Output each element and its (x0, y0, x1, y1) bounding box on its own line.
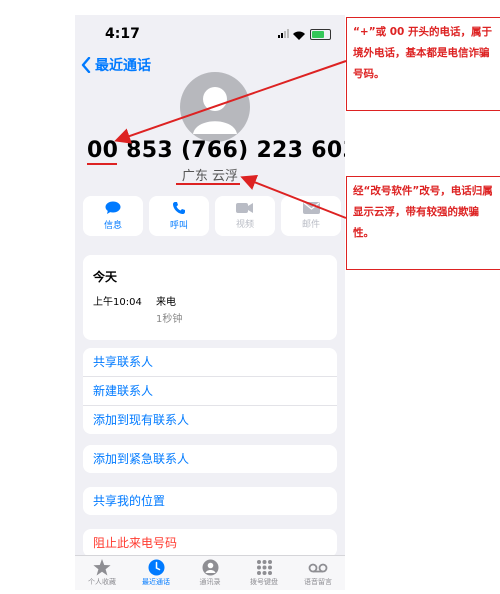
keypad-icon (256, 560, 272, 575)
call-log-card: 今天 上午10:04 来电 1秒钟 (83, 255, 337, 340)
tab-keypad[interactable]: 拨号键盘 (237, 556, 291, 590)
tab-bar: 个人收藏 最近通话 通讯录 拨号键盘 语音留言 (75, 555, 345, 590)
cellular-signal-icon (278, 29, 289, 38)
caller-location: 广东 云浮 (181, 169, 239, 184)
tab-favorites[interactable]: 个人收藏 (75, 556, 129, 590)
annotation-international-prefix: “+”或 00 开头的电话，属于境外电话，基本都是电信诈骗号码。 (346, 17, 500, 111)
video-icon (236, 203, 253, 213)
tab-keypad-label: 拨号键盘 (250, 578, 278, 586)
contact-options-card: 共享联系人 新建联系人 添加到现有联系人 (83, 348, 337, 434)
call-button-label: 呼叫 (169, 221, 188, 231)
wifi-icon (292, 26, 306, 45)
chevron-left-icon (81, 57, 91, 73)
tab-favorites-label: 个人收藏 (88, 578, 116, 586)
share-contact-option[interactable]: 共享联系人 (83, 348, 337, 377)
message-button[interactable]: 信息 (83, 196, 143, 236)
block-caller-option[interactable]: 阻止此来电号码 (83, 529, 337, 557)
video-button[interactable]: 视频 (215, 196, 275, 236)
message-button-label: 信息 (103, 221, 122, 231)
action-buttons: 信息 呼叫 视频 邮件 (83, 196, 345, 236)
mail-icon (302, 202, 320, 214)
annotation-number-spoofing: 经“改号软件”改号，电话归属显示云浮，带有较强的欺骗性。 (346, 176, 500, 270)
call-type: 来电 (156, 297, 176, 308)
phone-icon (173, 202, 185, 214)
call-button[interactable]: 呼叫 (149, 196, 209, 236)
status-time: 4:17 (105, 26, 140, 42)
back-label: 最近通话 (95, 58, 151, 74)
back-button[interactable]: 最近通话 (81, 55, 151, 75)
tab-voicemail-label: 语音留言 (304, 578, 332, 586)
tab-recents[interactable]: 最近通话 (129, 556, 183, 590)
location-underline (176, 183, 240, 185)
number-prefix-underline (87, 163, 117, 165)
add-existing-contact-option[interactable]: 添加到现有联系人 (83, 406, 337, 434)
call-duration: 1秒钟 (156, 314, 183, 325)
clock-icon (148, 559, 164, 576)
avatar (180, 72, 250, 142)
share-location-card: 共享我的位置 (83, 487, 337, 515)
emergency-card: 添加到紧急联系人 (83, 445, 337, 473)
person-silhouette-icon (193, 87, 237, 134)
mail-button-label: 邮件 (301, 220, 320, 230)
tab-contacts-label: 通讯录 (199, 578, 221, 586)
message-icon (105, 201, 121, 214)
mail-button[interactable]: 邮件 (281, 196, 341, 236)
phone-number: 00 853 (766) 223 6034 (87, 138, 345, 163)
phone-screen: 4:17 最近通话 00 853 (766) 223 6034 广东 云浮 信息… (75, 15, 345, 590)
contact-icon (202, 559, 218, 576)
add-emergency-contact-option[interactable]: 添加到紧急联系人 (83, 445, 337, 473)
block-caller-card: 阻止此来电号码 (83, 529, 337, 557)
share-location-option[interactable]: 共享我的位置 (83, 487, 337, 515)
star-icon (93, 559, 111, 576)
voicemail-icon (308, 563, 328, 573)
call-day: 今天 (93, 270, 118, 284)
call-time: 上午10:04 (93, 297, 142, 308)
status-bar: 4:17 (75, 15, 345, 47)
battery-icon (310, 29, 331, 40)
video-button-label: 视频 (235, 220, 254, 230)
tab-recents-label: 最近通话 (142, 578, 170, 586)
tab-contacts[interactable]: 通讯录 (183, 556, 237, 590)
new-contact-option[interactable]: 新建联系人 (83, 377, 337, 406)
tab-voicemail[interactable]: 语音留言 (291, 556, 345, 590)
